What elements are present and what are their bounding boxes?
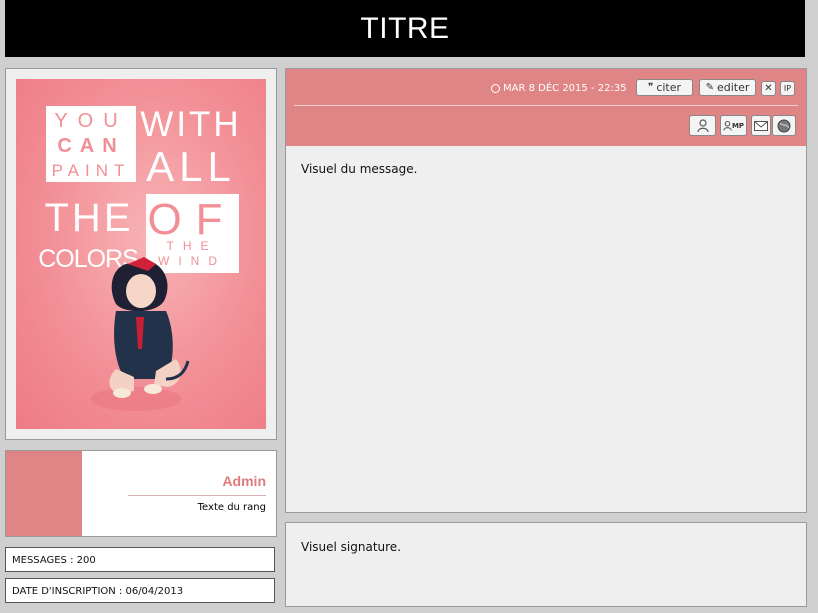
profile-button[interactable]	[689, 115, 716, 136]
speech-bubble-icon: ❞	[647, 82, 654, 93]
avatar-word-7: OF	[147, 195, 236, 244]
forum-title-bar: TITRE	[5, 0, 805, 57]
avatar: YOU CAN PAINT WITH ALL THE OF COLORS THE…	[16, 79, 266, 429]
avatar-word-9: THE	[167, 239, 218, 253]
avatar-word-6: THE	[45, 196, 134, 240]
quote-button[interactable]: ❞ citer	[636, 79, 693, 96]
avatar-word-4: WITH	[140, 105, 241, 144]
envelope-icon	[754, 120, 768, 131]
ip-button[interactable]: IP	[780, 81, 795, 96]
post-date: MAR 8 DÉC 2015 - 22:35	[491, 83, 627, 94]
rank-name[interactable]: Admin	[222, 473, 266, 489]
post-content: Visuel du message.	[301, 162, 418, 176]
avatar-panel: YOU CAN PAINT WITH ALL THE OF COLORS THE…	[5, 68, 277, 440]
edit-label: editer	[716, 81, 750, 94]
avatar-character-illustration	[91, 257, 190, 411]
rank-subtitle: Texte du rang	[197, 502, 266, 513]
post-panel: MAR 8 DÉC 2015 - 22:35 ❞ citer ✎ editer …	[285, 68, 807, 513]
rank-divider	[128, 495, 266, 496]
globe-icon	[777, 119, 791, 132]
pencil-icon: ✎	[705, 82, 714, 93]
page-title: TITRE	[360, 11, 450, 45]
avatar-word-2: CAN	[57, 135, 124, 157]
close-icon: ✕	[764, 83, 773, 94]
edit-button[interactable]: ✎ editer	[699, 79, 756, 96]
post-header: MAR 8 DÉC 2015 - 22:35 ❞ citer ✎ editer …	[286, 69, 806, 146]
avatar-word-3: PAINT	[52, 161, 131, 180]
rank-color-swatch	[6, 451, 82, 536]
website-button[interactable]	[772, 115, 796, 136]
post-date-text: MAR 8 DÉC 2015 - 22:35	[503, 83, 627, 94]
pm-label: MP	[731, 121, 745, 130]
email-button[interactable]	[751, 115, 771, 136]
avatar-word-5: ALL	[146, 143, 236, 190]
header-divider	[294, 105, 798, 106]
registration-date: DATE D'INSCRIPTION : 06/04/2013	[5, 578, 275, 603]
avatar-word-10: WIND	[158, 254, 226, 268]
avatar-word-1: YOU	[54, 110, 127, 132]
delete-button[interactable]: ✕	[761, 81, 776, 96]
signature-text: Visuel signature.	[301, 540, 402, 554]
user-icon	[723, 120, 732, 131]
user-icon	[696, 118, 709, 132]
quote-label: citer	[656, 81, 682, 94]
clock-icon	[491, 84, 500, 93]
message-count: MESSAGES : 200	[5, 547, 275, 572]
rank-panel: Admin Texte du rang	[5, 450, 277, 537]
private-message-button[interactable]: MP	[720, 115, 747, 136]
signature-panel: Visuel signature.	[285, 522, 807, 607]
ip-label: IP	[783, 84, 792, 93]
